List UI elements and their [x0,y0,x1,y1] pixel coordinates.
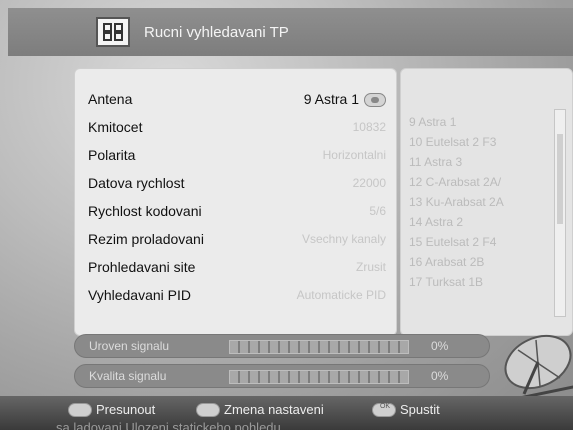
meter-label: Uroven signalu [89,339,170,353]
satellite-list-item[interactable]: 15 Eutelsat 2 F4 [409,235,496,249]
satellite-list-item[interactable]: 10 Eutelsat 2 F3 [409,135,496,149]
hint-move: Presunout [68,402,155,417]
setting-label: Vyhledavani PID [88,287,191,303]
hint-label: Presunout [96,402,156,417]
satellite-list-item[interactable]: 12 C-Arabsat 2A/ [409,175,501,189]
setting-value: Zrusit [356,260,386,274]
tv-menu-screen: Rucni vyhledavani TP Antena 9 Astra 1 Km… [0,0,573,430]
page-title: Rucni vyhledavani TP [144,23,289,41]
setting-row-vyhledavani-pid[interactable]: Vyhledavani PID Automaticke PID [75,283,398,307]
satellite-menu-icon [96,17,130,47]
hint-label: Spustit [400,402,440,417]
satellite-list: 9 Astra 1 10 Eutelsat 2 F3 11 Astra 3 12… [400,68,573,336]
setting-row-datova-rychlost[interactable]: Datova rychlost 22000 [75,171,398,195]
signal-quality-meter: Kvalita signalu 0% [74,364,490,388]
setting-row-kmitocet[interactable]: Kmitocet 10832 [75,115,398,139]
meter-label: Kvalita signalu [89,369,167,383]
signal-level-meter: Uroven signalu 0% [74,334,490,358]
setting-row-polarita[interactable]: Polarita Horizontalni [75,143,398,167]
satellite-list-item[interactable]: 16 Arabsat 2B [409,255,484,269]
setting-row-rezim-proladovani[interactable]: Rezim proladovani Vsechny kanaly [75,227,398,251]
setting-row-prohledavani-site[interactable]: Prohledavani site Zrusit [75,255,398,279]
signal-level-bar [229,340,409,354]
header-bar: Rucni vyhledavani TP [8,8,573,56]
setting-label: Datova rychlost [88,175,185,191]
signal-quality-bar [229,370,409,384]
satellite-list-item[interactable]: 13 Ku-Arabsat 2A [409,195,504,209]
satellite-list-item[interactable]: 14 Astra 2 [409,215,463,229]
setting-label: Rychlost kodovani [88,203,202,219]
hint-label: Zmena nastaveni [224,402,324,417]
meter-value: 0% [431,369,449,383]
settings-panel: Antena 9 Astra 1 Kmitocet 10832 Polarita… [74,68,397,336]
setting-value: Horizontalni [322,148,386,162]
setting-row-rychlost-kodovani[interactable]: Rychlost kodovani 5/6 [75,199,398,223]
setting-label: Prohledavani site [88,259,196,275]
scrollbar-thumb[interactable] [557,134,563,224]
hint-start: OK Spustit [372,402,440,417]
setting-label: Polarita [88,147,136,163]
setting-label: Antena [88,91,133,107]
footer-hint-line2: sa ladovani Ulozeni statickeho pohledu [56,420,281,430]
setting-value: Vsechny kanaly [301,232,386,246]
setting-value: 9 Astra 1 [304,91,386,108]
satellite-list-item[interactable]: 9 Astra 1 [409,115,456,129]
satellite-list-scrollbar[interactable] [554,109,566,317]
satellite-list-item[interactable]: 11 Astra 3 [409,155,462,169]
setting-value: 10832 [352,120,386,134]
setting-value: 22000 [352,176,386,190]
arrow-updown-icon [68,402,92,417]
ok-key-icon: OK [372,402,396,417]
meter-value: 0% [431,339,449,353]
setting-value: Automaticke PID [296,288,386,302]
setting-row-antena[interactable]: Antena 9 Astra 1 [75,87,398,111]
satellite-list-item[interactable]: 17 Turksat 1B [409,275,483,289]
setting-label: Kmitocet [88,119,143,135]
footer-hints: Presunout Zmena nastaveni OK Spustit sa … [0,396,573,430]
ok-toggle-icon[interactable] [364,93,386,108]
arrow-leftright-icon [196,402,220,417]
setting-value: 5/6 [369,204,386,218]
hint-change: Zmena nastaveni [196,402,324,417]
setting-label: Rezim proladovani [88,231,204,247]
